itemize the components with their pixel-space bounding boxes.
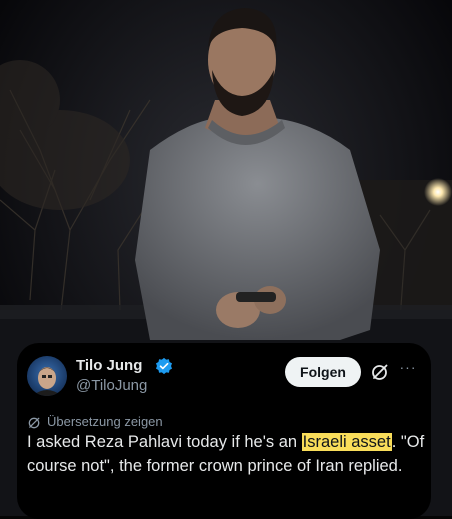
tweet-text: I asked Reza Pahlavi today if he's an Is…: [27, 431, 425, 478]
translate-label[interactable]: Übersetzung zeigen: [47, 414, 163, 430]
more-icon[interactable]: ···: [398, 359, 418, 379]
tweet-card[interactable]: Tilo Jung @TiloJung Folgen ··· Übersetzu…: [17, 343, 431, 519]
verified-badge-icon: [155, 357, 173, 375]
translate-link[interactable]: Übersetzung zeigen: [27, 413, 163, 431]
author-name[interactable]: Tilo Jung: [76, 357, 142, 375]
tweet-text-highlight: Israeli asset: [301, 433, 392, 451]
translate-icon: [28, 417, 40, 428]
author-handle[interactable]: @TiloJung: [76, 377, 147, 395]
follow-button[interactable]: Folgen: [285, 357, 361, 387]
grok-icon[interactable]: [370, 362, 390, 382]
tweet-text-before: I asked Reza Pahlavi today if he's an: [27, 433, 302, 451]
avatar[interactable]: [27, 356, 67, 396]
avatar-icon: [32, 367, 62, 396]
